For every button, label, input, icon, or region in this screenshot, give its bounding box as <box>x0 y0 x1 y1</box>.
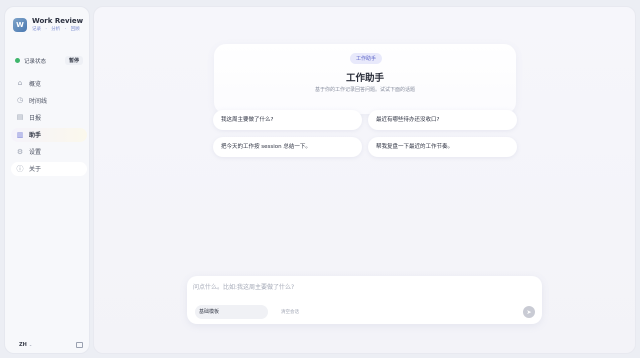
assistant-icon: ▥ <box>16 130 24 139</box>
sidebar: W Work Review 记录 · 分析 · 回顾 记录状态 暂停 ⌂ 概览 … <box>4 6 90 354</box>
sidebar-item-label: 日报 <box>29 114 42 122</box>
document-icon: ▤ <box>16 113 24 122</box>
app-tagline: 记录 · 分析 · 回顾 <box>32 27 80 32</box>
suggestion-chip[interactable]: 把今天的工作按 session 总结一下。 <box>213 137 362 157</box>
sidebar-item-label: 关于 <box>29 166 42 174</box>
sidebar-item-assistant[interactable]: ▥ 助手 <box>11 127 87 142</box>
chat-input[interactable] <box>193 281 523 293</box>
page-title: 工作助手 <box>345 73 384 84</box>
sidebar-item-label: 设置 <box>29 149 42 157</box>
sidebar-item-label: 时间线 <box>29 97 48 105</box>
sidebar-item-label: 概览 <box>29 80 42 88</box>
clear-session-button[interactable]: 清空会话 <box>281 309 299 315</box>
monitor-icon[interactable] <box>76 342 83 348</box>
brand: W Work Review 记录 · 分析 · 回顾 <box>13 17 83 33</box>
sidebar-item-daily-report[interactable]: ▤ 日报 <box>11 110 87 124</box>
mode-select[interactable]: 基础模板 <box>195 305 268 319</box>
pause-button[interactable]: 暂停 <box>64 56 83 65</box>
suggestion-chip[interactable]: 我这周主要做了什么? <box>213 110 362 130</box>
chat-composer: 基础模板 清空会话 ➤ <box>187 276 542 324</box>
clock-icon: ◷ <box>16 96 24 105</box>
sidebar-item-about[interactable]: ⓘ 关于 <box>11 161 87 176</box>
send-button[interactable]: ➤ <box>523 306 535 318</box>
record-status: 记录状态 暂停 <box>15 56 83 65</box>
status-dot-icon <box>15 58 20 63</box>
gear-icon: ⚙ <box>16 147 24 156</box>
chevron-down-icon: ⌄ <box>28 342 33 347</box>
info-icon: ⓘ <box>16 164 24 173</box>
assistant-hero-card: 工作助手 工作助手 基于你的工作记录回答问题。试试下面的话题 <box>214 44 516 114</box>
suggestion-chip[interactable]: 最近有哪些待办还没收口? <box>368 110 517 130</box>
sidebar-item-label: 助手 <box>29 132 42 140</box>
record-status-label: 记录状态 <box>24 58 47 65</box>
sidebar-nav: ⌂ 概览 ◷ 时间线 ▤ 日报 ▥ 助手 ⚙ 设置 ⓘ 关于 <box>11 76 87 179</box>
page-subtitle: 基于你的工作记录回答问题。试试下面的话题 <box>314 87 415 93</box>
sidebar-item-timeline[interactable]: ◷ 时间线 <box>11 93 87 107</box>
send-icon: ➤ <box>526 308 532 316</box>
home-icon: ⌂ <box>17 79 23 87</box>
language-selector[interactable]: ZH ⌄ <box>19 342 32 348</box>
sidebar-item-settings[interactable]: ⚙ 设置 <box>11 145 87 159</box>
hero-badge: 工作助手 <box>350 53 383 64</box>
app-title: Work Review <box>32 17 84 25</box>
app-logo-icon: W <box>13 18 27 32</box>
language-label: ZH <box>19 342 27 348</box>
sidebar-item-overview[interactable]: ⌂ 概览 <box>11 76 87 90</box>
suggestion-chip[interactable]: 帮我复盘一下最近的工作节奏。 <box>368 137 517 157</box>
